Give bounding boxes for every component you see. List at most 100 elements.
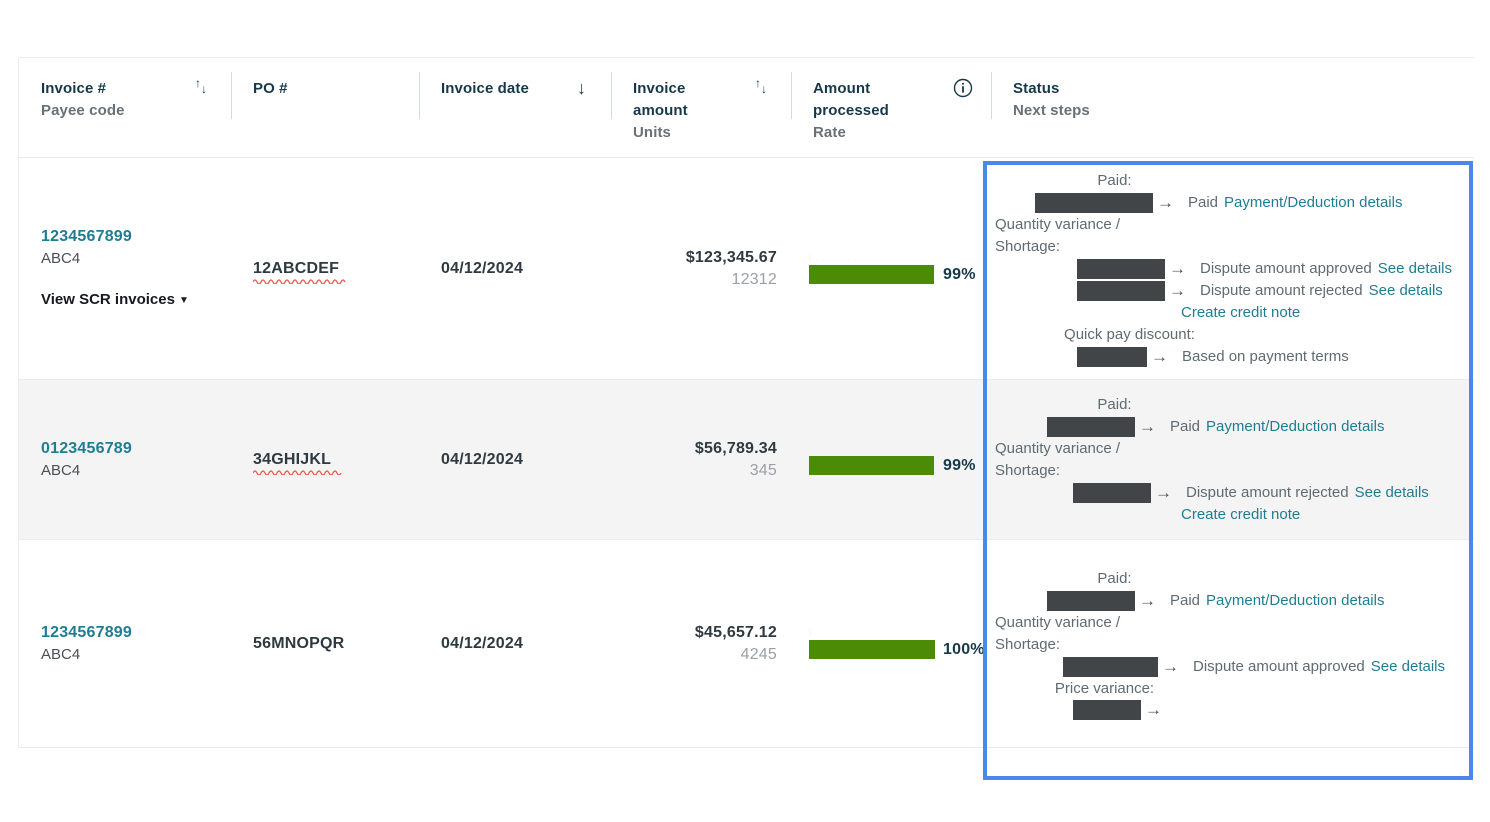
chevron-down-icon: ▼: [178, 294, 189, 306]
table-row: 1234567899 ABC4 View SCR invoices ▼ 12ABC…: [19, 158, 1474, 380]
column-header-status: Status Next steps: [991, 58, 1474, 157]
status-group-label: Paid:: [1097, 171, 1132, 189]
see-details-link[interactable]: See details: [1355, 482, 1429, 504]
progress-bar-fill: [809, 456, 934, 475]
arrow-right-icon: →: [1151, 346, 1168, 366]
column-header-invoice-amount[interactable]: Invoice amount Units ↑ ↓: [611, 58, 791, 157]
cell-amount-processed: | 100%: [791, 540, 991, 747]
redacted-amount: [1035, 192, 1153, 213]
column-header-amount-processed[interactable]: Amount processed Rate: [791, 58, 991, 157]
column-header-invoice-date[interactable]: Invoice date ↓: [419, 58, 611, 157]
status-line: → Paid Payment/Deduction details: [995, 192, 1464, 214]
cell-invoice-date: 04/12/2024: [419, 380, 611, 539]
status-text: Paid: [1170, 591, 1201, 609]
cell-invoice-amount: $45,657.12 4245: [611, 540, 791, 747]
processed-rate-percent: 100%: [943, 640, 985, 658]
progress-bar-track: [809, 265, 935, 284]
see-details-link[interactable]: See details: [1369, 280, 1443, 302]
view-scr-invoices-label: View SCR invoices: [41, 290, 175, 308]
invoice-date: 04/12/2024: [441, 259, 524, 277]
column-header-invoice-label: Invoice #: [41, 80, 107, 97]
payment-deduction-details-link[interactable]: Payment/Deduction details: [1206, 416, 1384, 438]
status-text: Dispute amount approved: [1193, 657, 1365, 675]
arrow-right-icon: →: [1139, 416, 1156, 436]
spellcheck-underline: [252, 278, 347, 285]
info-icon[interactable]: [953, 78, 973, 98]
svg-text:↓: ↓: [201, 82, 207, 96]
svg-text:↓: ↓: [577, 78, 586, 98]
cell-invoice: 1234567899 ABC4: [19, 540, 231, 747]
invoice-number-link[interactable]: 1234567899: [19, 622, 231, 643]
status-group-label: Quantity variance / Shortage:: [995, 215, 1121, 255]
column-header-amount-processed-label-1: Amount: [813, 80, 871, 97]
status-text: Dispute amount rejected: [1186, 483, 1349, 501]
cell-po: 56MNOPQR: [231, 540, 419, 747]
cell-amount-processed: | . . . 99%: [791, 380, 991, 539]
column-header-status-label: Status: [1013, 80, 1060, 97]
see-details-link[interactable]: See details: [1378, 258, 1452, 280]
column-header-next-steps-label: Next steps: [1013, 102, 1090, 119]
status-group-label: Quantity variance / Shortage:: [995, 439, 1121, 479]
column-header-po[interactable]: PO #: [231, 58, 419, 157]
status-line: → Based on payment terms: [995, 346, 1464, 368]
arrow-right-icon: →: [1162, 656, 1179, 676]
status-line: →: [995, 699, 1464, 720]
redacted-amount: [1073, 699, 1141, 720]
view-scr-invoices-dropdown[interactable]: View SCR invoices ▼: [19, 290, 231, 312]
arrow-right-icon: →: [1145, 699, 1162, 719]
column-header-invoice[interactable]: Invoice # Payee code ↑ ↓: [19, 58, 231, 157]
redacted-amount: [1077, 280, 1165, 301]
invoice-number-link[interactable]: 1234567899: [19, 226, 231, 247]
cell-po: 34GHIJKL: [231, 380, 419, 539]
payee-code: ABC4: [41, 249, 81, 267]
cell-status: Paid: → Paid Payment/Deduction details Q…: [991, 540, 1474, 747]
sort-descending-icon[interactable]: ↓: [575, 78, 593, 98]
column-header-invoice-amount-label-1: Invoice: [633, 80, 686, 97]
progress-bar-fill: [809, 640, 935, 659]
column-header-payee-code-label: Payee code: [41, 102, 125, 119]
payment-deduction-details-link[interactable]: Payment/Deduction details: [1224, 192, 1402, 214]
invoice-date: 04/12/2024: [441, 450, 524, 468]
progress-bar-track: [809, 640, 935, 659]
status-group-label: Paid:: [1097, 395, 1132, 413]
cell-invoice-date: 04/12/2024: [419, 158, 611, 379]
create-credit-note-link[interactable]: Create credit note: [1181, 302, 1464, 324]
table-row: 0123456789 ABC4 34GHIJKL 04/12/2024 $56,: [19, 380, 1474, 540]
payee-code: ABC4: [41, 462, 81, 479]
status-text: Based on payment terms: [1182, 347, 1349, 365]
redacted-amount: [1077, 346, 1147, 367]
processed-rate-percent: 99%: [943, 456, 976, 474]
sort-both-icon[interactable]: ↑ ↓: [195, 78, 213, 96]
column-header-invoice-date-label: Invoice date: [441, 80, 529, 97]
cell-status: Paid: → Paid Payment/Deduction details Q…: [991, 158, 1474, 379]
create-credit-note-link[interactable]: Create credit note: [1181, 504, 1464, 526]
arrow-right-icon: →: [1169, 280, 1186, 300]
invoice-date: 04/12/2024: [441, 634, 524, 652]
redacted-amount: [1047, 590, 1135, 611]
progress-bar-track: [809, 456, 935, 475]
status-next-steps-list: Paid: → Paid Payment/Deduction details Q…: [995, 170, 1464, 368]
status-text: Paid: [1188, 193, 1219, 211]
arrow-right-icon: →: [1157, 192, 1174, 212]
cell-invoice-date: 04/12/2024: [419, 540, 611, 747]
status-line: → Paid Payment/Deduction details: [995, 416, 1464, 438]
status-text: Paid: [1170, 417, 1201, 435]
processed-rate-percent: 99%: [943, 265, 976, 283]
payment-deduction-details-link[interactable]: Payment/Deduction details: [1206, 590, 1384, 612]
cell-invoice-amount: $56,789.34 345: [611, 380, 791, 539]
invoice-number-link[interactable]: 0123456789: [19, 438, 231, 459]
redacted-amount: [1077, 258, 1165, 279]
status-group-label: Quick pay discount:: [1064, 325, 1195, 343]
cell-status: Paid: → Paid Payment/Deduction details Q…: [991, 380, 1474, 539]
status-group-label: Paid:: [1097, 569, 1132, 587]
column-header-invoice-amount-label-2: amount: [633, 102, 688, 119]
status-group-label: Price variance:: [1054, 679, 1155, 697]
status-next-steps-list: Paid: → Paid Payment/Deduction details Q…: [995, 568, 1464, 720]
redacted-amount: [1047, 416, 1135, 437]
cell-po: 12ABCDEF: [231, 158, 419, 379]
see-details-link[interactable]: See details: [1371, 656, 1445, 678]
sort-both-icon[interactable]: ↑ ↓: [755, 78, 773, 96]
progress-ghost-label: | . . .: [809, 444, 832, 453]
column-header-units-label: Units: [633, 124, 671, 141]
invoice-amount: $45,657.12: [694, 623, 777, 641]
